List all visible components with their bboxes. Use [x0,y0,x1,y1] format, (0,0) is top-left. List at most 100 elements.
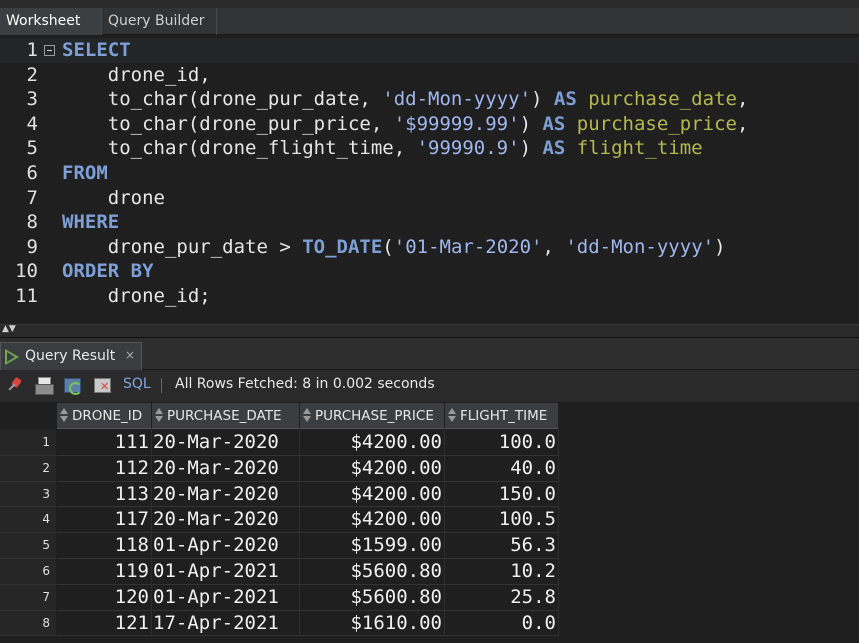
line-number: 9 [26,235,38,258]
table-cell-id[interactable]: 117 [57,507,152,534]
refresh-icon[interactable] [64,377,82,395]
table-cell-date[interactable]: 20-Mar-2020 [152,507,300,534]
row-number[interactable]: 8 [0,610,56,637]
code-line[interactable]: 10 ORDER BY [0,259,859,284]
line-number: 11 [15,285,38,307]
sql-keyword: AS [553,88,577,111]
column-header-drone-id[interactable]: DRONE_ID [57,403,152,429]
code-line[interactable]: 2 drone_id, [0,63,859,88]
sql-string: 'dd-Mon-yyyy' [382,88,532,111]
editor-tab-bar: Worksheet Query Builder [0,8,859,35]
table-cell-id[interactable]: 121 [57,610,152,637]
code-line[interactable]: 9 drone_pur_date > TO_DATE('01-Mar-2020'… [0,235,859,260]
table-cell-date[interactable]: 20-Mar-2020 [152,455,300,482]
row-number[interactable]: 4 [0,507,56,534]
code-line[interactable]: 8 WHERE [0,210,859,235]
table-cell-time[interactable]: 40.0 [445,455,559,482]
column-header-flight-time[interactable]: FLIGHT_TIME [445,403,559,429]
code-line[interactable]: 1 SELECT [0,38,859,63]
sql-string: '$99999.99' [393,112,520,135]
sql-text: to_char(drone_pur_price, [62,112,394,135]
code-text: SELECT [62,38,131,63]
code-line[interactable]: 4 to_char(drone_pur_price, '$99999.99') … [0,112,859,137]
code-line[interactable]: 11 drone_id; [0,284,859,309]
fetch-status: All Rows Fetched: 8 in 0.002 seconds [175,376,435,392]
table-cell-date[interactable]: 01-Apr-2021 [152,559,300,585]
column-header-purchase-price[interactable]: PURCHASE_PRICE [300,403,445,429]
table-cell-date[interactable]: 17-Apr-2021 [152,610,300,637]
sql-editor[interactable]: 1 SELECT 2 drone_id, 3 to_char(drone_pur_da… [0,36,859,324]
code-line[interactable]: 6 FROM [0,161,859,186]
tab-query-result[interactable]: Query Result × [0,342,142,370]
row-number[interactable]: 6 [0,559,56,585]
fold-toggle-icon[interactable] [44,45,55,56]
table-cell-id[interactable]: 120 [57,584,152,611]
table-cell-price[interactable]: $5600.80 [300,584,445,611]
cancel-query-icon[interactable] [94,377,111,394]
code-line[interactable]: 7 drone [0,186,859,211]
close-tab-icon[interactable]: × [125,348,135,362]
code-line[interactable]: 3 to_char(drone_pur_date, 'dd-Mon-yyyy')… [0,87,859,112]
window-top-strip [0,0,859,8]
panel-splitter[interactable]: ▲▼ [0,324,859,338]
sql-text: , [736,112,749,135]
code-text: to_char(drone_pur_price, '$99999.99') AS… [62,112,749,137]
code-text: to_char(drone_flight_time, '99990.9') AS… [62,136,703,161]
row-number[interactable]: 7 [0,584,56,611]
table-cell-date[interactable]: 20-Mar-2020 [152,430,300,456]
tab-query-builder[interactable]: Query Builder [102,8,217,35]
table-cell-date[interactable]: 01-Apr-2020 [152,533,300,559]
table-cell-id[interactable]: 113 [57,481,152,508]
table-cell-id[interactable]: 119 [57,559,152,585]
table-cell-time[interactable]: 0.0 [445,610,559,637]
code-text: drone_id; [62,284,211,309]
sql-text: ( [382,235,394,258]
table-cell-id[interactable]: 118 [57,533,152,559]
table-cell-time[interactable]: 10.2 [445,559,559,585]
line-number: 4 [26,112,38,135]
table-cell-time[interactable]: 100.5 [445,507,559,534]
table-cell-price[interactable]: $4200.00 [300,430,445,456]
table-cell-price[interactable]: $1599.00 [300,533,445,559]
sql-text: drone_pur_date > [62,235,303,258]
table-cell-price[interactable]: $1610.00 [300,610,445,637]
result-tab-bar: Query Result × [0,338,859,370]
table-cell-time[interactable]: 100.0 [445,430,559,456]
sql-button[interactable]: SQL [123,376,151,392]
table-cell-time[interactable]: 25.8 [445,584,559,611]
sql-string: '01-Mar-2020' [393,235,543,258]
code-text: to_char(drone_pur_date, 'dd-Mon-yyyy') A… [62,87,749,112]
table-cell-date[interactable]: 01-Apr-2021 [152,584,300,611]
row-number[interactable]: 1 [0,430,56,456]
sql-keyword: FROM [62,162,108,184]
code-text: FROM [62,161,108,186]
tab-worksheet[interactable]: Worksheet [0,8,102,35]
column-header-label: PURCHASE_PRICE [315,408,434,424]
sort-arrows-icon [155,407,164,424]
code-line[interactable]: 5 to_char(drone_flight_time, '99990.9') … [0,136,859,161]
table-cell-time[interactable]: 150.0 [445,481,559,508]
column-header-purchase-date[interactable]: PURCHASE_DATE [152,403,300,429]
table-cell-price[interactable]: $4200.00 [300,481,445,508]
sql-alias: flight_time [565,137,703,160]
table-cell-price[interactable]: $4200.00 [300,507,445,534]
column-header-label: PURCHASE_DATE [167,408,282,424]
table-cell-time[interactable]: 56.3 [445,533,559,559]
sql-keyword: ORDER BY [62,260,154,283]
print-icon[interactable] [35,377,54,395]
line-number: 6 [26,162,38,184]
sql-string: 'dd-Mon-yyyy' [565,235,715,258]
sql-text: ) [531,88,554,111]
table-cell-id[interactable]: 112 [57,455,152,482]
table-cell-id[interactable]: 111 [57,430,152,456]
table-cell-price[interactable]: $5600.80 [300,559,445,585]
split-arrows-icon[interactable]: ▲▼ [2,325,16,334]
row-number[interactable]: 2 [0,455,56,482]
sort-arrows-icon [303,407,312,424]
table-cell-price[interactable]: $4200.00 [300,455,445,482]
sql-text: ) [519,137,543,160]
row-number[interactable]: 5 [0,533,56,559]
freeze-pin-icon[interactable] [6,377,23,394]
row-number[interactable]: 3 [0,481,56,508]
table-cell-date[interactable]: 20-Mar-2020 [152,481,300,508]
